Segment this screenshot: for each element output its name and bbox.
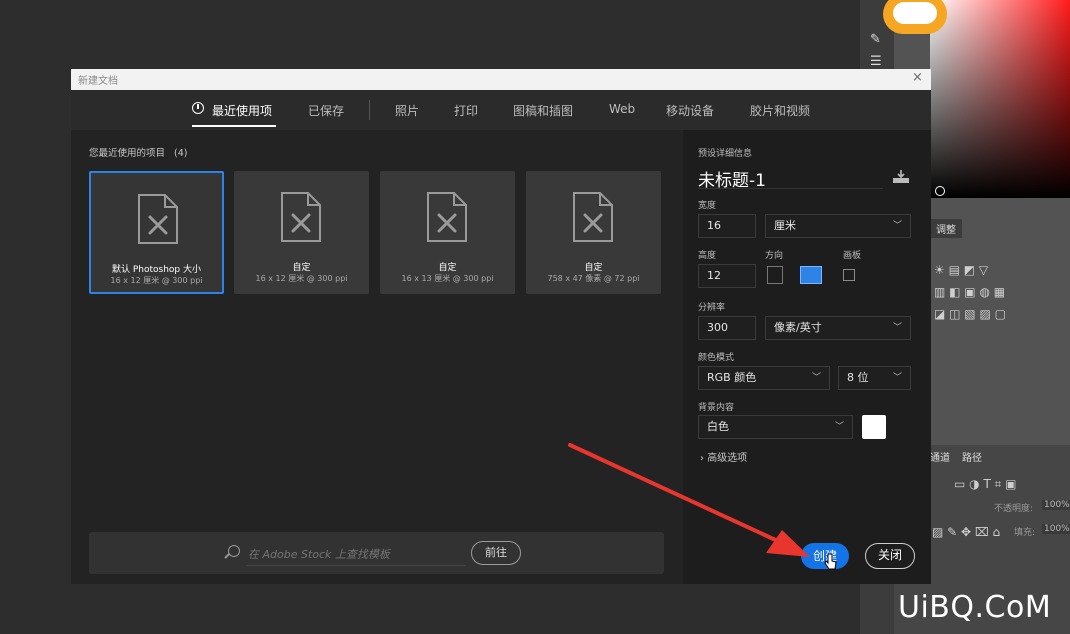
artboard-checkbox[interactable] (843, 269, 855, 281)
tab-art-illustration[interactable]: 图稿和插图 (513, 102, 573, 119)
resolution-unit-select[interactable]: 像素/英寸 ﹀ (765, 316, 911, 340)
layer-filter-icons[interactable]: ▭ ◑ T ⌗ ▣ (954, 477, 1017, 492)
height-input[interactable]: 12 (698, 264, 756, 288)
recent-heading-text: 您最近使用的项目 (89, 148, 166, 159)
card-size: 16 x 12 厘米 @ 300 ppi (255, 274, 348, 283)
card-name: 自定 (584, 263, 603, 273)
card-size: 16 x 12 厘米 @ 300 ppi (110, 276, 203, 285)
card-name: 自定 (438, 263, 457, 273)
recent-count: (4) (174, 148, 188, 159)
opacity-label: 不透明度: (994, 504, 1034, 514)
tab-recent[interactable]: 最近使用项 (212, 102, 272, 119)
channels-tab[interactable]: 通道 (930, 449, 950, 464)
adjust-icons-row-1[interactable]: ☀ ▤ ◩ ▽ (934, 263, 988, 277)
color-picker-field[interactable] (930, 0, 1070, 198)
recent-heading: 您最近使用的项目 (4) (89, 145, 188, 159)
recent-card-custom-3[interactable]: 自定 758 x 47 像素 @ 72 ppi (526, 171, 661, 294)
chevron-down-icon: ﹀ (811, 373, 821, 383)
active-tab-underline (192, 125, 276, 127)
orientation-label: 方向 (765, 251, 784, 261)
portrait-orientation-icon[interactable] (767, 266, 783, 284)
bit-depth-value: 8 位 (847, 371, 869, 384)
document-icon (138, 194, 178, 244)
color-mode-value: RGB 颜色 (707, 371, 757, 384)
width-unit-value: 厘米 (774, 219, 796, 232)
tab-web[interactable]: Web (609, 102, 635, 116)
color-mode-select[interactable]: RGB 颜色 ﹀ (698, 366, 830, 390)
adjust-icons-row-3[interactable]: ◪ ◫ ▧ ▨ ▢ (934, 307, 1006, 321)
width-unit-select[interactable]: 厘米 ﹀ (765, 214, 911, 238)
resolution-unit-value: 像素/英寸 (774, 321, 822, 334)
dialog-titlebar (71, 69, 931, 90)
width-label: 宽度 (698, 201, 717, 211)
stock-search-input[interactable] (246, 543, 470, 565)
tab-print[interactable]: 打印 (454, 102, 478, 119)
adjust-icons-row-2[interactable]: ▥ ◧ ▣ ◍ ▦ (934, 285, 1005, 299)
recent-card-default[interactable]: 默认 Photoshop 大小 16 x 12 厘米 @ 300 ppi (89, 171, 224, 294)
document-icon (573, 192, 613, 242)
brush-icon[interactable]: ✎ (870, 32, 881, 47)
save-preset-icon[interactable] (892, 170, 910, 184)
chevron-down-icon: ﹀ (892, 221, 902, 231)
adjust-tab[interactable]: 调整 (930, 219, 962, 238)
chevron-down-icon: ﹀ (892, 323, 902, 333)
clock-icon (192, 102, 204, 114)
mascot-face (893, 2, 937, 24)
tab-film-video[interactable]: 胶片和视频 (750, 102, 810, 119)
color-mode-label: 颜色模式 (698, 353, 735, 363)
document-icon (281, 192, 321, 242)
artboard-label: 画板 (843, 251, 862, 261)
close-button[interactable]: 关闭 (865, 543, 915, 569)
resolution-input[interactable]: 300 (698, 316, 756, 340)
bit-depth-select[interactable]: 8 位 ﹀ (838, 366, 911, 390)
resolution-label: 分辨率 (698, 303, 726, 313)
preset-details-label: 预设详细信息 (698, 149, 753, 159)
tab-mobile[interactable]: 移动设备 (666, 102, 714, 119)
document-name-underline (698, 188, 883, 189)
card-name: 默认 Photoshop 大小 (111, 265, 201, 275)
card-size: 758 x 47 像素 @ 72 ppi (547, 274, 640, 283)
card-name: 自定 (292, 263, 311, 273)
search-underline (246, 565, 466, 566)
chevron-down-icon: ﹀ (892, 373, 902, 383)
recent-card-custom-1[interactable]: 自定 16 x 12 厘米 @ 300 ppi (234, 171, 369, 294)
color-picker-cursor[interactable] (935, 186, 945, 196)
tab-saved[interactable]: 已保存 (308, 102, 344, 119)
fill-label: 填充: (1014, 528, 1036, 538)
background-color-swatch[interactable] (862, 415, 886, 439)
card-size: 16 x 13 厘米 @ 300 ppi (401, 274, 494, 283)
document-icon (427, 192, 467, 242)
background-value: 白色 (707, 420, 729, 433)
fill-value[interactable]: 100% (1042, 524, 1070, 534)
width-input[interactable]: 16 (698, 214, 756, 238)
recent-card-custom-2[interactable]: 自定 16 x 13 厘米 @ 300 ppi (380, 171, 515, 294)
search-icon (228, 545, 240, 557)
sliders-icon[interactable]: ☰ (870, 54, 882, 69)
paths-tab[interactable]: 路径 (962, 449, 982, 464)
watermark: UiBQ.CoM (898, 590, 1052, 625)
close-icon[interactable]: × (912, 70, 923, 85)
opacity-value[interactable]: 100% (1042, 500, 1070, 510)
tab-photo[interactable]: 照片 (395, 102, 419, 119)
annotation-arrow (568, 443, 810, 557)
height-label: 高度 (698, 251, 717, 261)
tab-divider (369, 100, 370, 120)
go-button[interactable]: 前往 (471, 541, 521, 565)
hand-cursor-icon (824, 553, 837, 570)
lock-icons[interactable]: ▨ ✎ ✥ ⌧ ⌂ (932, 525, 1000, 539)
background-label: 背景内容 (698, 403, 735, 413)
dialog-title: 新建文档 (78, 76, 118, 87)
landscape-orientation-icon[interactable] (800, 266, 822, 284)
